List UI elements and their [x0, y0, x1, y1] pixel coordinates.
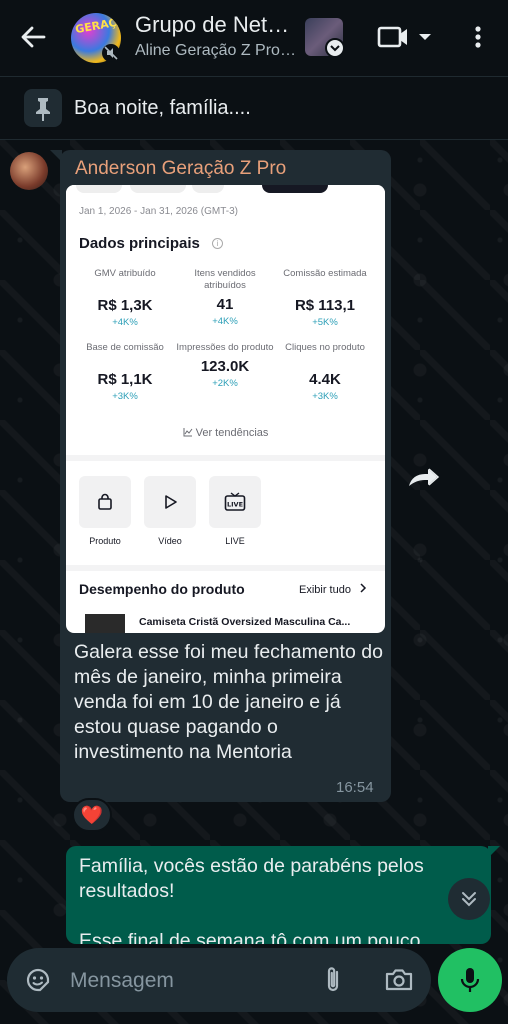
kpi-delta: +2K%	[212, 378, 238, 389]
kpi-delta: +4K%	[212, 316, 238, 327]
outgoing-message[interactable]: Família, vocês estão de parabéns pelos r…	[66, 846, 491, 944]
forward-button[interactable]	[405, 460, 443, 494]
kpi-value: 123.0K	[200, 358, 250, 375]
chevron-down-icon	[325, 38, 345, 58]
message-line: Família, vocês estão de parabéns pelos r…	[79, 855, 424, 902]
divider	[66, 455, 385, 461]
product-name: Camiseta Cristã Oversized Masculina Ca..…	[139, 616, 351, 628]
back-button[interactable]	[18, 22, 48, 52]
kpi-commission: Comissão estimada R$ 113,1 +5K%	[275, 268, 375, 328]
group-info[interactable]: Grupo de Net… Aline Geração Z Pro…	[135, 12, 300, 60]
kpi-label: Itens vendidos atribuídos	[194, 268, 256, 291]
pin-icon	[24, 89, 62, 127]
arrow-left-icon	[21, 26, 46, 48]
chevron-right-icon	[360, 583, 367, 593]
message-line: Esse final de semana tô com um pouco	[79, 930, 421, 944]
live-tv-icon: LIVE	[224, 492, 246, 511]
video-call-button[interactable]	[376, 22, 436, 52]
kpi-delta: +3K%	[312, 391, 338, 402]
heart-icon: ❤️	[80, 804, 104, 825]
sticker-icon	[26, 968, 50, 992]
kpi-delta: +3K%	[112, 391, 138, 402]
emoji-button[interactable]	[24, 966, 52, 994]
reaction-badge[interactable]: ❤️	[72, 798, 112, 832]
kpi-delta: +4K%	[112, 317, 138, 328]
kpi-clicks: Cliques no produto 4.4K +3K%	[275, 342, 375, 402]
kpi-commission-base: Base de comissão R$ 1,1K +3K%	[75, 342, 175, 402]
kpi-label: GMV atribuído	[94, 268, 156, 279]
tool-label: Vídeo	[158, 536, 182, 546]
camera-button[interactable]	[383, 966, 415, 994]
pinned-text: Boa noite, família....	[74, 97, 251, 119]
info-icon: i	[212, 238, 223, 249]
pinned-message-bar[interactable]: Boa noite, família....	[0, 76, 508, 140]
group-subtitle: Aline Geração Z Pro…	[135, 42, 296, 59]
tool-video: Vídeo	[144, 476, 196, 546]
kpi-value: 4.4K	[309, 371, 341, 388]
svg-text:LIVE: LIVE	[227, 501, 243, 509]
muted-icon	[101, 43, 121, 63]
view-all-link: Exibir tudo	[299, 583, 367, 596]
screenshot-top-chips	[66, 185, 385, 195]
avatar-text: GERAÇÃO	[74, 13, 121, 37]
voice-message-button[interactable]	[438, 948, 502, 1012]
date-range: Jan 1, 2026 - Jan 31, 2026 (GMT-3)	[79, 206, 238, 217]
image-attachment[interactable]: Jan 1, 2026 - Jan 31, 2026 (GMT-3) Dados…	[66, 185, 385, 633]
view-trends-link: Ver tendências	[66, 427, 385, 439]
kpi-label: Impressões do produto	[176, 342, 274, 353]
message-input[interactable]	[70, 967, 300, 995]
double-chevron-down-icon	[462, 892, 476, 907]
view-all-label: Exibir tudo	[299, 584, 351, 596]
kpi-value: 41	[216, 296, 234, 313]
sender-name[interactable]: Anderson Geração Z Pro	[75, 158, 286, 180]
more-vertical-icon	[475, 26, 481, 48]
microphone-icon	[460, 968, 480, 992]
message-text: Família, vocês estão de parabéns pelos r…	[79, 854, 479, 944]
paperclip-icon	[327, 967, 339, 992]
attach-button[interactable]	[320, 964, 346, 996]
kpi-value: R$ 113,1	[294, 297, 356, 314]
kpi-label: Base de comissão	[86, 342, 164, 353]
shopping-bag-icon	[98, 493, 112, 510]
tool-label: Produto	[89, 536, 121, 546]
video-camera-icon	[377, 26, 431, 48]
kpi-value: R$ 1,3K	[97, 297, 153, 314]
kpi-delta: +5K%	[312, 317, 338, 328]
kpi-gmv: GMV atribuído R$ 1,3K +4K%	[75, 268, 175, 328]
trends-label: Ver tendências	[195, 427, 269, 439]
tool-label: LIVE	[225, 536, 245, 546]
trend-chart-icon	[183, 428, 193, 437]
sender-avatar[interactable]	[10, 152, 48, 190]
kpi-label: Comissão estimada	[283, 268, 367, 279]
product-thumbnail	[85, 614, 125, 633]
more-options-button[interactable]	[466, 22, 490, 52]
message-time: 16:54	[336, 779, 374, 796]
scroll-to-bottom-button[interactable]	[448, 878, 490, 920]
kpi-title: Dados principais	[79, 235, 200, 252]
camera-icon	[385, 969, 413, 991]
kpi-label: Cliques no produto	[285, 342, 365, 353]
kpi-impressions: Impressões do produto 123.0K +2K%	[175, 342, 275, 389]
kpi-items-sold: Itens vendidos atribuídos 41 +4K%	[175, 268, 275, 327]
group-title: Grupo de Net…	[135, 12, 290, 37]
tool-product: Produto	[79, 476, 131, 546]
tool-live: LIVE LIVE	[209, 476, 261, 546]
divider	[66, 565, 385, 571]
forward-icon	[409, 468, 440, 486]
performance-title: Desempenho do produto	[79, 581, 245, 597]
message-text: Galera esse foi meu fechamento do mês de…	[74, 641, 383, 763]
kpi-value: R$ 1,1K	[97, 371, 153, 388]
play-icon	[165, 495, 177, 509]
chat-header: GERAÇÃO Grupo de Net… Aline Geração Z Pr…	[0, 0, 508, 76]
